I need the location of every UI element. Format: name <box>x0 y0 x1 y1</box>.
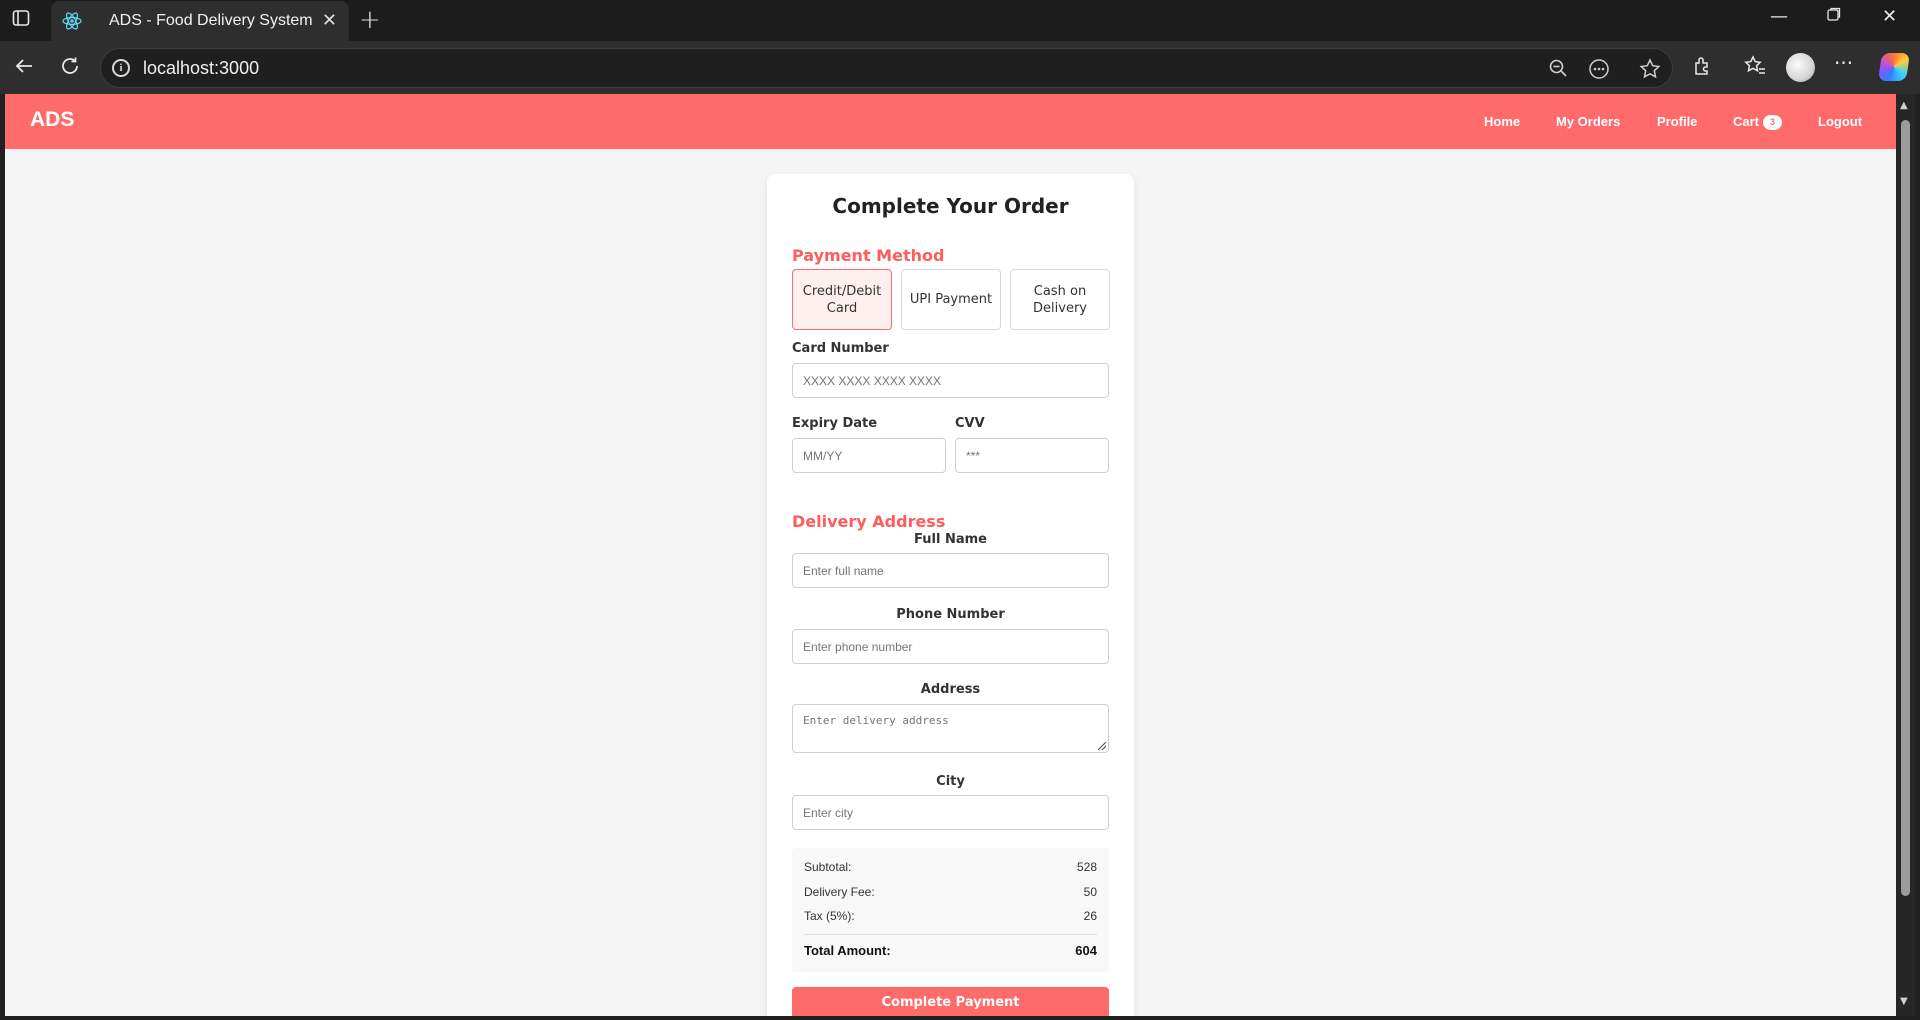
full-name-input[interactable]: Enter full name <box>792 553 1109 588</box>
address-label: Address <box>920 682 981 697</box>
checkout-card: Complete Your Order Payment Method Credi… <box>767 174 1134 1016</box>
app-navbar: ADS Home My Orders Profile Cart 3 Logout <box>5 94 1896 149</box>
restore-icon[interactable] <box>1826 6 1842 27</box>
payment-option-card[interactable]: Credit/Debit Card <box>792 269 892 330</box>
app-logo[interactable]: ADS <box>30 108 74 132</box>
expiry-date-input[interactable]: MM/YY <box>792 438 946 473</box>
tax-row: Tax (5%): 26 <box>804 909 1097 923</box>
favorite-star-icon[interactable] <box>1639 58 1661 85</box>
delivery-fee-value: 50 <box>1083 885 1097 899</box>
city-input[interactable]: Enter city <box>792 795 1109 830</box>
phone-number-input[interactable]: Enter phone number <box>792 629 1109 664</box>
address-bar[interactable]: i localhost:3000 <box>100 48 1673 88</box>
new-tab-icon[interactable]: + <box>359 5 381 35</box>
tab-close-icon[interactable]: ✕ <box>322 10 337 31</box>
scroll-up-icon[interactable]: ▲ <box>1900 100 1908 111</box>
page-scrollbar[interactable]: ▲ ▼ <box>1896 94 1915 1016</box>
back-icon[interactable] <box>13 55 35 82</box>
tab-actions-icon[interactable] <box>12 9 30 31</box>
minimize-icon[interactable]: — <box>1770 6 1788 27</box>
phone-number-label: Phone Number <box>896 607 1005 622</box>
full-name-label: Full Name <box>914 532 987 547</box>
page-title: Complete Your Order <box>832 194 1069 218</box>
address-placeholder: Enter delivery address <box>803 714 949 727</box>
copilot-icon[interactable] <box>1878 53 1910 81</box>
address-textarea[interactable]: Enter delivery address <box>792 704 1109 753</box>
subtotal-label: Subtotal: <box>804 860 852 874</box>
nav-cart-label: Cart <box>1733 114 1760 129</box>
more-options-icon[interactable]: ··· <box>1834 51 1853 75</box>
nav-profile[interactable]: Profile <box>1657 114 1697 129</box>
react-icon <box>59 9 85 37</box>
close-window-icon[interactable]: ✕ <box>1882 6 1897 27</box>
delivery-fee-label: Delivery Fee: <box>804 885 875 899</box>
scrollbar-thumb[interactable] <box>1901 120 1910 896</box>
payment-method-heading: Payment Method <box>792 246 945 265</box>
city-label: City <box>936 774 965 789</box>
page-viewport: ADS Home My Orders Profile Cart 3 Logout … <box>5 94 1896 1016</box>
delivery-fee-row: Delivery Fee: 50 <box>804 885 1097 899</box>
delivery-address-heading: Delivery Address <box>792 512 946 531</box>
complete-payment-button[interactable]: Complete Payment <box>792 987 1109 1016</box>
site-info-icon[interactable]: i <box>112 59 130 77</box>
nav-cart[interactable]: Cart 3 <box>1733 114 1783 130</box>
tax-value: 26 <box>1083 909 1097 923</box>
extensions-icon[interactable] <box>1692 55 1714 82</box>
reading-view-icon[interactable] <box>1588 58 1610 85</box>
browser-tab-strip: ADS - Food Delivery System ✕ + — ✕ <box>0 0 1920 41</box>
textarea-resize-handle[interactable] <box>1098 742 1106 750</box>
favorites-icon[interactable] <box>1744 55 1766 82</box>
profile-avatar[interactable] <box>1786 53 1815 82</box>
card-number-label: Card Number <box>792 341 889 356</box>
total-label: Total Amount: <box>804 943 891 958</box>
payment-option-upi[interactable]: UPI Payment <box>901 269 1001 330</box>
url-text: localhost:3000 <box>143 58 260 78</box>
cart-count-badge: 3 <box>1763 115 1783 130</box>
browser-tab-active[interactable]: ADS - Food Delivery System ✕ <box>51 1 349 41</box>
nav-home[interactable]: Home <box>1484 114 1520 129</box>
total-value: 604 <box>1075 943 1097 958</box>
reload-icon[interactable] <box>59 55 81 82</box>
subtotal-value: 528 <box>1076 860 1097 874</box>
subtotal-row: Subtotal: 528 <box>804 860 1097 874</box>
tab-title: ADS - Food Delivery System <box>109 12 313 29</box>
card-number-input[interactable]: XXXX XXXX XXXX XXXX <box>792 363 1109 398</box>
order-summary: Subtotal: 528 Delivery Fee: 50 Tax (5%):… <box>792 848 1109 972</box>
zoom-out-icon[interactable] <box>1548 58 1568 83</box>
total-row: Total Amount: 604 <box>804 943 1097 958</box>
scroll-down-icon[interactable]: ▼ <box>1900 996 1908 1007</box>
browser-toolbar: i localhost:3000 ··· <box>0 41 1920 94</box>
cvv-label: CVV <box>955 416 985 431</box>
expiry-date-label: Expiry Date <box>792 416 878 431</box>
payment-option-cod[interactable]: Cash on Delivery <box>1010 269 1110 330</box>
cvv-input[interactable]: *** <box>955 438 1109 473</box>
summary-divider <box>804 934 1097 935</box>
nav-my-orders[interactable]: My Orders <box>1556 114 1620 129</box>
nav-logout[interactable]: Logout <box>1818 114 1862 129</box>
tax-label: Tax (5%): <box>804 909 855 923</box>
